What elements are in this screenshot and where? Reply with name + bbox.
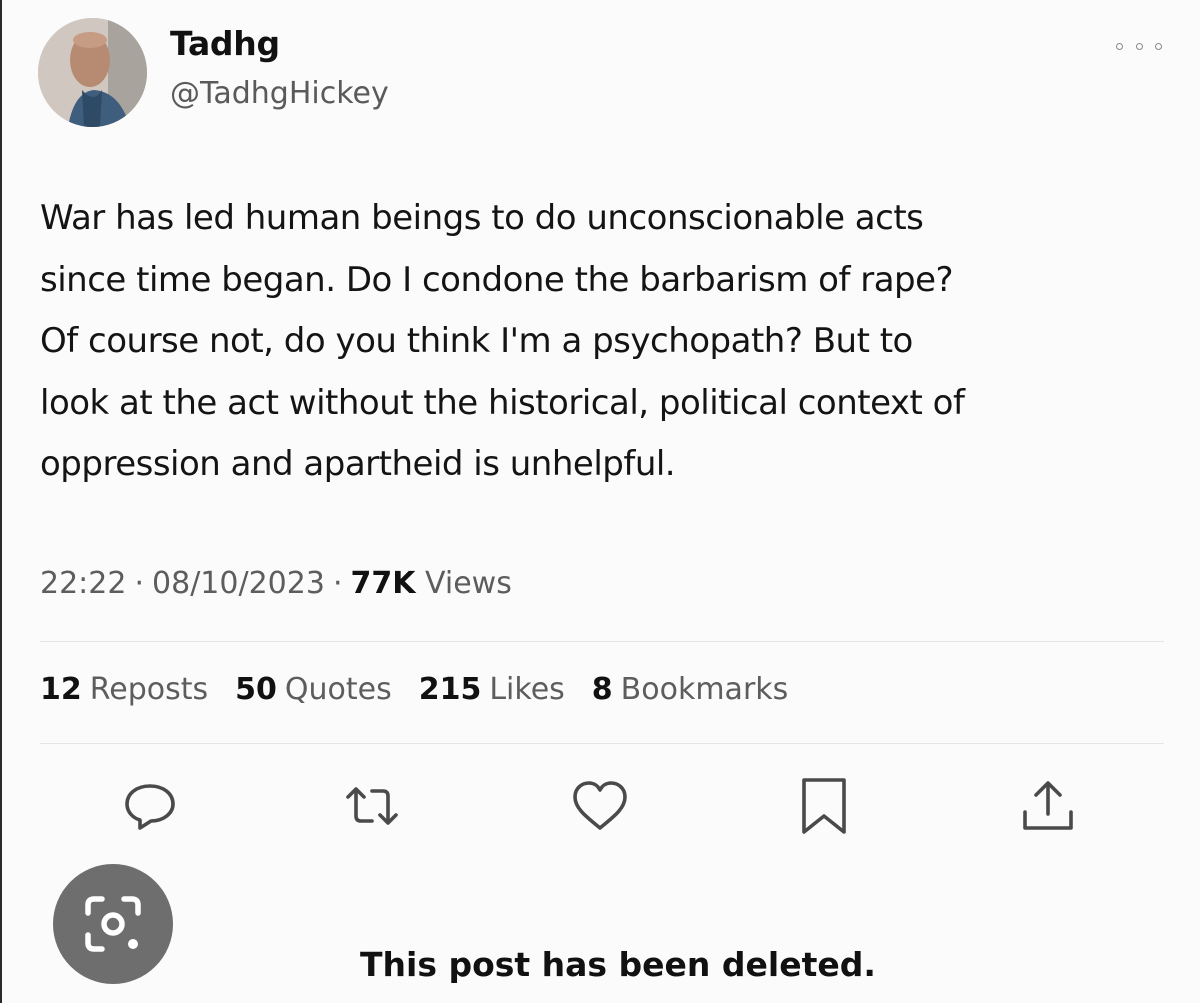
stat-count: 215 — [418, 672, 482, 707]
tweet-meta: 22:22 · 08/10/2023 · 77K Views — [40, 566, 512, 601]
tweet-date[interactable]: 08/10/2023 — [152, 566, 325, 601]
bookmark-button[interactable] — [794, 776, 854, 836]
stat-count: 50 — [235, 672, 277, 707]
lens-camera-icon — [85, 896, 141, 952]
lens-button[interactable] — [53, 864, 173, 984]
window-edge — [0, 0, 2, 1003]
tweet-time[interactable]: 22:22 — [40, 566, 126, 601]
engagement-stats: 12 Reposts 50 Quotes 215 Likes 8 Bookmarks — [40, 672, 815, 707]
tweet-text: War has led human beings to do unconscio… — [40, 198, 965, 484]
divider — [40, 743, 1164, 744]
views-label: Views — [425, 566, 512, 601]
like-button[interactable] — [570, 776, 630, 836]
stat-label: Likes — [489, 672, 565, 707]
views-count: 77K — [350, 566, 416, 601]
stat-reposts[interactable]: 12 Reposts — [40, 672, 208, 707]
reply-button[interactable] — [120, 776, 180, 836]
stat-label: Bookmarks — [620, 672, 789, 707]
repost-button[interactable] — [342, 776, 402, 836]
avatar[interactable] — [38, 18, 147, 127]
stat-count: 12 — [40, 672, 82, 707]
meta-separator: · — [332, 566, 343, 601]
bookmark-icon — [802, 778, 846, 834]
share-button[interactable] — [1018, 776, 1078, 836]
stat-label: Reposts — [89, 672, 209, 707]
stat-likes[interactable]: 215 Likes — [419, 672, 565, 707]
share-icon — [1023, 781, 1073, 830]
more-dot-icon — [1155, 42, 1162, 50]
author-name[interactable]: Tadhg — [170, 24, 280, 63]
author-handle[interactable]: @TadhgHickey — [170, 76, 389, 111]
stat-quotes[interactable]: 50 Quotes — [235, 672, 392, 707]
more-dot-icon — [1135, 42, 1143, 50]
more-dot-icon — [1116, 42, 1123, 50]
like-icon — [573, 781, 627, 830]
stat-count: 8 — [591, 672, 613, 707]
divider — [40, 641, 1164, 642]
profile-photo-image — [38, 18, 147, 127]
reply-icon — [125, 784, 175, 830]
repost-icon — [346, 787, 398, 825]
stat-bookmarks[interactable]: 8 Bookmarks — [592, 672, 788, 707]
meta-separator: · — [134, 566, 145, 601]
deleted-caption: This post has been deleted. — [360, 945, 876, 984]
more-options-button[interactable] — [1116, 36, 1162, 56]
stat-label: Quotes — [284, 672, 392, 707]
